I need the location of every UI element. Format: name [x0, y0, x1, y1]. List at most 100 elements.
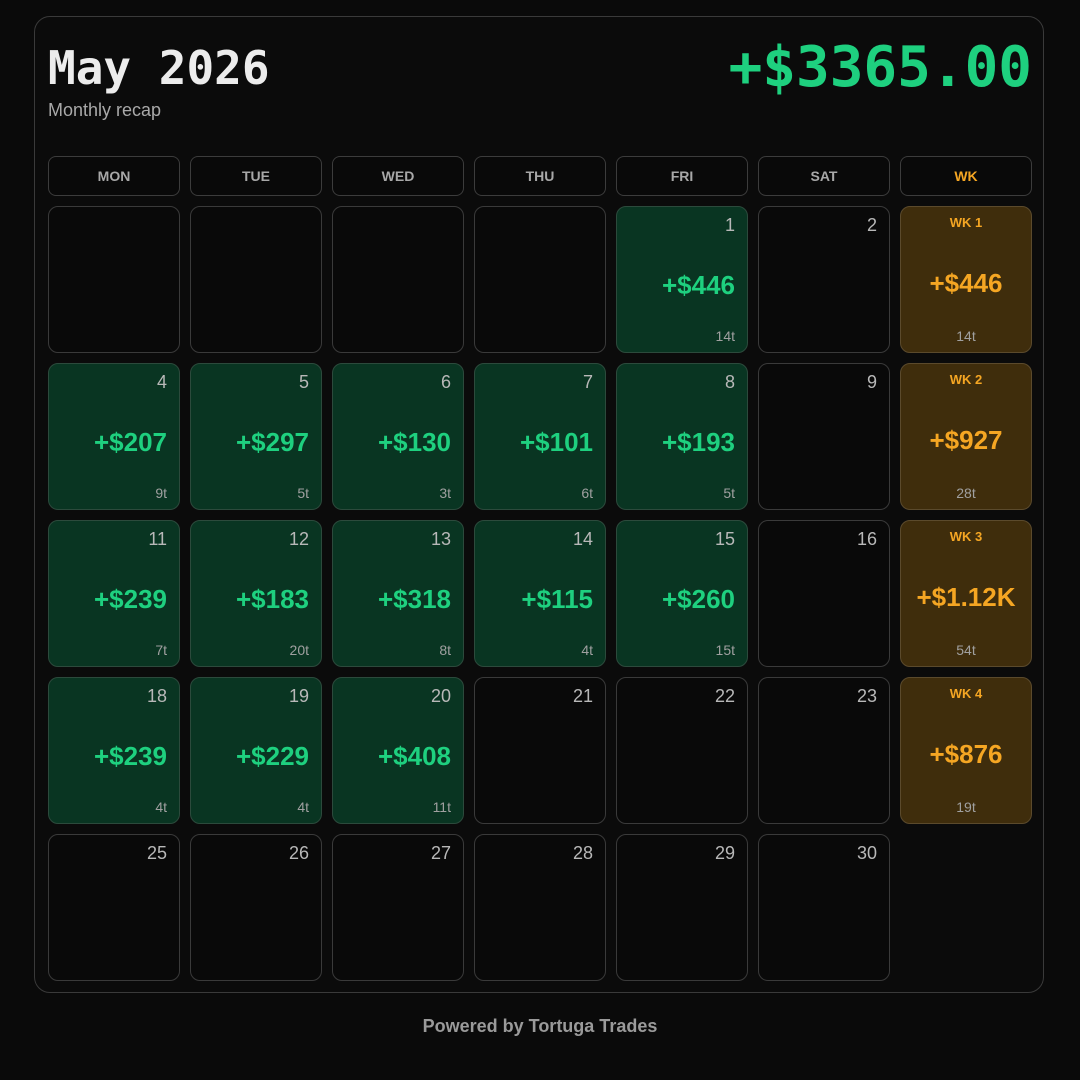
day-cell[interactable]: 19 +$229 4t [190, 677, 322, 824]
day-pnl: +$239 [93, 584, 167, 614]
week-trade-count: 19t [956, 799, 976, 815]
day-number: 13 [430, 529, 451, 549]
day-cell[interactable]: 9 [758, 363, 890, 510]
day-cell[interactable]: 20 +$408 11t [332, 677, 464, 824]
day-trade-count: 4t [155, 799, 167, 815]
day-trade-count: 7t [155, 642, 167, 658]
week-trade-count: 54t [956, 642, 976, 658]
day-pnl: +$183 [235, 584, 309, 614]
day-cell[interactable]: 14 +$115 4t [474, 520, 606, 667]
weekday-header-wed: WED [332, 156, 464, 196]
week-summary-cell[interactable]: WK 3 +$1.12K 54t [900, 520, 1032, 667]
empty-day-cell [332, 206, 464, 353]
weekday-header-mon: MON [48, 156, 180, 196]
day-number: 18 [146, 686, 167, 706]
day-number: 28 [572, 843, 593, 863]
day-number: 12 [288, 529, 309, 549]
empty-day-cell [474, 206, 606, 353]
day-number: 29 [714, 843, 735, 863]
day-number: 2 [866, 215, 877, 235]
day-number: 30 [856, 843, 877, 863]
day-number: 22 [714, 686, 735, 706]
day-pnl: +$239 [93, 741, 167, 771]
page-title: May 2026 [48, 41, 270, 95]
day-trade-count: 8t [439, 642, 451, 658]
day-pnl: +$318 [377, 584, 451, 614]
week-label: WK 1 [949, 215, 983, 230]
day-number: 19 [288, 686, 309, 706]
day-cell[interactable]: 4 +$207 9t [48, 363, 180, 510]
day-pnl: +$130 [377, 427, 451, 457]
empty-day-cell [190, 206, 322, 353]
day-cell[interactable]: 7 +$101 6t [474, 363, 606, 510]
day-cell[interactable]: 2 [758, 206, 890, 353]
day-number: 1 [724, 215, 735, 235]
day-trade-count: 6t [581, 485, 593, 501]
week-label: WK 4 [949, 686, 983, 701]
day-trade-count: 20t [289, 642, 309, 658]
day-cell[interactable]: 5 +$297 5t [190, 363, 322, 510]
day-cell[interactable]: 23 [758, 677, 890, 824]
day-cell[interactable]: 12 +$183 20t [190, 520, 322, 667]
day-cell[interactable]: 1 +$446 14t [616, 206, 748, 353]
day-pnl: +$297 [235, 427, 309, 457]
day-number: 14 [572, 529, 593, 549]
day-number: 16 [856, 529, 877, 549]
week-label: WK 3 [949, 529, 983, 544]
week-summary-cell[interactable]: WK 4 +$876 19t [900, 677, 1032, 824]
day-cell[interactable]: 6 +$130 3t [332, 363, 464, 510]
day-cell[interactable]: 11 +$239 7t [48, 520, 180, 667]
week-pnl: +$876 [929, 739, 1003, 769]
day-trade-count: 5t [297, 485, 309, 501]
week-trade-count: 28t [956, 485, 976, 501]
day-cell[interactable]: 25 [48, 834, 180, 981]
day-cell[interactable]: 28 [474, 834, 606, 981]
day-number: 8 [724, 372, 735, 392]
week-pnl: +$927 [929, 425, 1003, 455]
day-number: 23 [856, 686, 877, 706]
day-number: 6 [440, 372, 451, 392]
week-summary-cell[interactable]: WK 1 +$446 14t [900, 206, 1032, 353]
day-cell[interactable]: 29 [616, 834, 748, 981]
day-number: 21 [572, 686, 593, 706]
day-number: 20 [430, 686, 451, 706]
weekday-header-row: MON TUE WED THU FRI SAT WK [48, 156, 1032, 196]
day-cell[interactable]: 22 [616, 677, 748, 824]
day-cell[interactable]: 13 +$318 8t [332, 520, 464, 667]
day-trade-count: 14t [715, 328, 735, 344]
day-number: 15 [714, 529, 735, 549]
calendar-grid: 1 +$446 14t 2 WK 1 +$446 14t 4 +$207 9t 5 +$297 5t 6 +… [48, 206, 1032, 981]
day-cell[interactable]: 15 +$260 15t [616, 520, 748, 667]
day-trade-count: 5t [723, 485, 735, 501]
week-summary-cell[interactable]: WK 2 +$927 28t [900, 363, 1032, 510]
day-number: 9 [866, 372, 877, 392]
day-pnl: +$193 [661, 427, 735, 457]
day-pnl: +$260 [661, 584, 735, 614]
weekday-header-fri: FRI [616, 156, 748, 196]
day-pnl: +$101 [519, 427, 593, 457]
day-number: 27 [430, 843, 451, 863]
day-pnl: +$408 [377, 741, 451, 771]
day-cell[interactable]: 26 [190, 834, 322, 981]
weekday-header-week: WK [900, 156, 1032, 196]
weekday-header-tue: TUE [190, 156, 322, 196]
day-cell[interactable]: 16 [758, 520, 890, 667]
week-trade-count: 14t [956, 328, 976, 344]
weekday-header-sat: SAT [758, 156, 890, 196]
day-cell[interactable]: 18 +$239 4t [48, 677, 180, 824]
day-number: 26 [288, 843, 309, 863]
page-subtitle: Monthly recap [48, 100, 162, 120]
day-cell[interactable]: 21 [474, 677, 606, 824]
day-cell[interactable]: 8 +$193 5t [616, 363, 748, 510]
day-trade-count: 9t [155, 485, 167, 501]
week-label: WK 2 [949, 372, 983, 387]
day-number: 25 [146, 843, 167, 863]
day-pnl: +$115 [521, 584, 593, 614]
empty-day-cell [48, 206, 180, 353]
weekday-header-thu: THU [474, 156, 606, 196]
day-trade-count: 15t [715, 642, 735, 658]
day-cell[interactable]: 30 [758, 834, 890, 981]
day-cell[interactable]: 27 [332, 834, 464, 981]
monthly-total-pnl: +$3365.00 [728, 35, 1032, 100]
week-pnl: +$1.12K [916, 582, 1016, 612]
